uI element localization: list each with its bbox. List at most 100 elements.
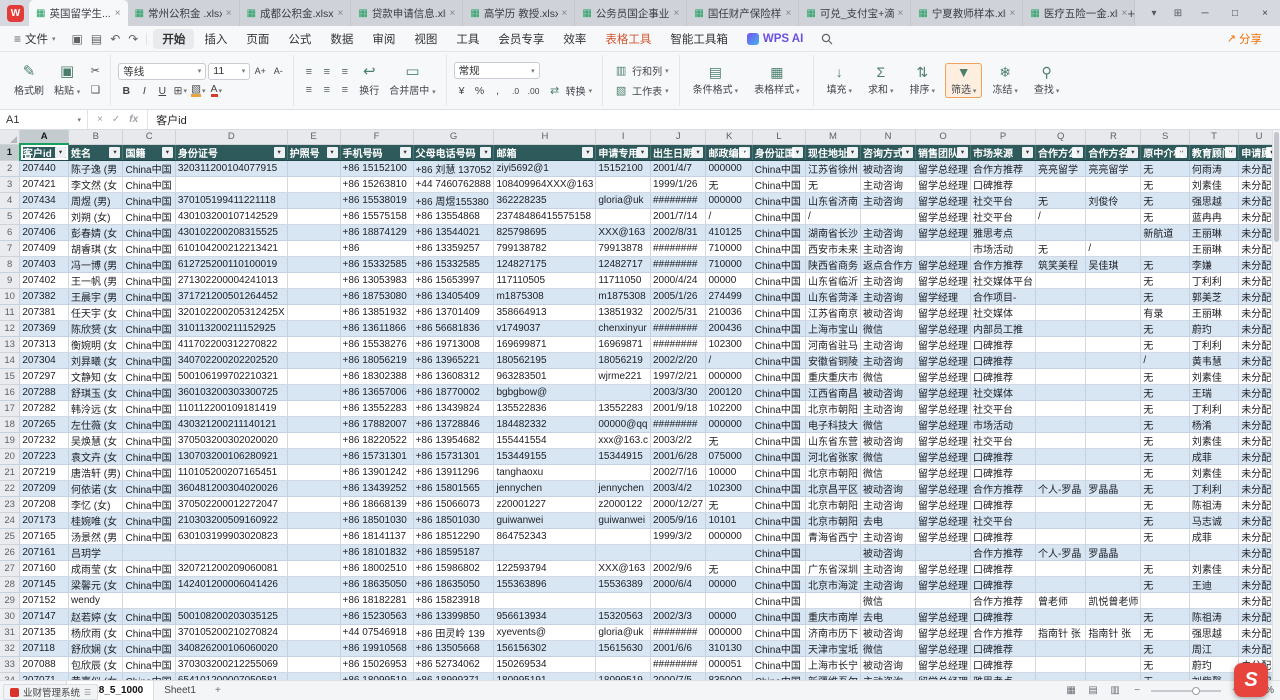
cell[interactable]: 2002/9/6: [651, 561, 706, 577]
page-break-view-icon[interactable]: ▥: [1107, 685, 1123, 696]
cell[interactable]: China中国: [752, 257, 805, 273]
cell[interactable]: 10101: [706, 513, 752, 529]
cell[interactable]: +86 刘慧 137052: [413, 161, 494, 177]
cell[interactable]: 主动咨询: [861, 193, 916, 209]
cell[interactable]: 430103200107142529: [175, 209, 287, 225]
column-letter[interactable]: L: [752, 130, 805, 144]
row-number[interactable]: 11: [0, 305, 20, 321]
cell[interactable]: 无: [1141, 193, 1189, 209]
currency-format-icon[interactable]: ¥: [454, 83, 470, 99]
cell[interactable]: China中国: [123, 385, 175, 401]
cell[interactable]: 社交平台: [971, 193, 1036, 209]
cell[interactable]: 微信: [861, 449, 916, 465]
cell[interactable]: 000000: [706, 193, 752, 209]
cell[interactable]: [287, 625, 340, 641]
cell[interactable]: [1086, 273, 1141, 289]
cell[interactable]: 蔚玓: [1189, 657, 1238, 673]
cell[interactable]: [1086, 641, 1141, 657]
cell[interactable]: China中国: [752, 577, 805, 593]
menu-tab[interactable]: 工具: [447, 29, 488, 49]
cell[interactable]: China中国: [752, 513, 805, 529]
print-icon[interactable]: ▤: [91, 33, 102, 45]
cell[interactable]: 207135: [20, 625, 69, 641]
filter-dropdown-icon[interactable]: ▾: [327, 147, 338, 158]
cell[interactable]: [1036, 657, 1086, 673]
merge-center-button[interactable]: ▭ 合并居中 ▾: [386, 62, 438, 99]
menu-tab[interactable]: 审阅: [363, 29, 404, 49]
cell[interactable]: China中国: [123, 401, 175, 417]
cell[interactable]: [1036, 609, 1086, 625]
cell[interactable]: 留学经理: [916, 289, 971, 305]
filter-dropdown-icon[interactable]: ▾: [55, 147, 66, 158]
cell[interactable]: 丁利利: [1189, 337, 1238, 353]
cell[interactable]: 无: [1141, 321, 1189, 337]
cell[interactable]: 天津市宝坻: [806, 641, 861, 657]
cell[interactable]: +44 7460762888: [413, 177, 494, 193]
cell[interactable]: 吕玥学: [69, 545, 123, 561]
cell[interactable]: 00000: [706, 273, 752, 289]
column-letter[interactable]: Q: [1036, 130, 1086, 144]
cell[interactable]: 无: [706, 497, 752, 513]
cell[interactable]: +86 18874129: [340, 225, 413, 241]
row-number[interactable]: 14: [0, 353, 20, 369]
cancel-entry-icon[interactable]: ×: [97, 114, 103, 125]
underline-icon[interactable]: U: [154, 83, 170, 99]
cell[interactable]: 00000: [706, 609, 752, 625]
row-number[interactable]: 28: [0, 577, 20, 593]
row-number[interactable]: 1: [0, 144, 20, 161]
cell[interactable]: 留学总经理: [916, 481, 971, 497]
header-cell[interactable]: ▾姓名: [69, 144, 123, 161]
cell[interactable]: 654101200007050581: [175, 673, 287, 681]
cell[interactable]: [494, 545, 596, 561]
cell[interactable]: 2000/12/27: [651, 497, 706, 513]
filter-dropdown-icon[interactable]: ▾: [692, 147, 703, 158]
file-menu-button[interactable]: ≡ 文件 ▾: [8, 31, 62, 47]
cell[interactable]: 微信: [861, 593, 916, 609]
header-cell[interactable]: ▾咨询方式: [861, 144, 916, 161]
number-format-select[interactable]: 常规▾: [454, 62, 540, 79]
cell[interactable]: China中国: [752, 273, 805, 289]
filter-dropdown-icon[interactable]: ▾: [274, 147, 285, 158]
cell[interactable]: 180995191: [494, 673, 596, 681]
cell[interactable]: [1086, 385, 1141, 401]
filter-dropdown-icon[interactable]: ▾: [739, 147, 750, 158]
cell[interactable]: 口碑推荐: [971, 337, 1036, 353]
cell[interactable]: [596, 529, 651, 545]
cell[interactable]: China中国: [752, 353, 805, 369]
cell[interactable]: 强思越: [1189, 625, 1238, 641]
cell[interactable]: 王丽琳: [1189, 225, 1238, 241]
cell[interactable]: 河南省驻马: [806, 337, 861, 353]
cell[interactable]: 北京昌平区: [806, 481, 861, 497]
cell[interactable]: 无: [1141, 177, 1189, 193]
cell[interactable]: [1086, 401, 1141, 417]
cell[interactable]: 210036: [706, 305, 752, 321]
cell[interactable]: 北京市朝阳: [806, 401, 861, 417]
cell[interactable]: 864752343: [494, 529, 596, 545]
cell[interactable]: 刘素佳: [1189, 465, 1238, 481]
row-number[interactable]: 6: [0, 225, 20, 241]
cell[interactable]: 207118: [20, 641, 69, 657]
format-painter-button[interactable]: ✎ 格式刷: [11, 62, 47, 99]
cell[interactable]: 曾老师: [1036, 593, 1086, 609]
menu-tab[interactable]: 公式: [279, 29, 320, 49]
cell[interactable]: 075000: [706, 449, 752, 465]
cell[interactable]: 王丽琳: [1189, 241, 1238, 257]
cell[interactable]: China中国: [123, 353, 175, 369]
paste-button[interactable]: ▣ 粘贴 ▾: [51, 62, 83, 99]
cell[interactable]: China中国: [123, 513, 175, 529]
cell[interactable]: 无: [1141, 369, 1189, 385]
cell[interactable]: +86 18056219: [340, 353, 413, 369]
column-letter[interactable]: I: [596, 130, 651, 144]
cell[interactable]: 刘昪曦 (女: [69, 353, 123, 369]
cell[interactable]: tanghaoxu: [494, 465, 596, 481]
cell[interactable]: [806, 593, 861, 609]
cell[interactable]: 成雨莹 (女: [69, 561, 123, 577]
cell[interactable]: v1749037: [494, 321, 596, 337]
cell[interactable]: 强思越: [1189, 193, 1238, 209]
column-letter[interactable]: N: [861, 130, 916, 144]
cell[interactable]: 蔚玓: [1189, 321, 1238, 337]
cell[interactable]: [494, 593, 596, 609]
cell[interactable]: [1086, 321, 1141, 337]
cell[interactable]: wjrme221: [596, 369, 651, 385]
cell[interactable]: China中国: [123, 337, 175, 353]
